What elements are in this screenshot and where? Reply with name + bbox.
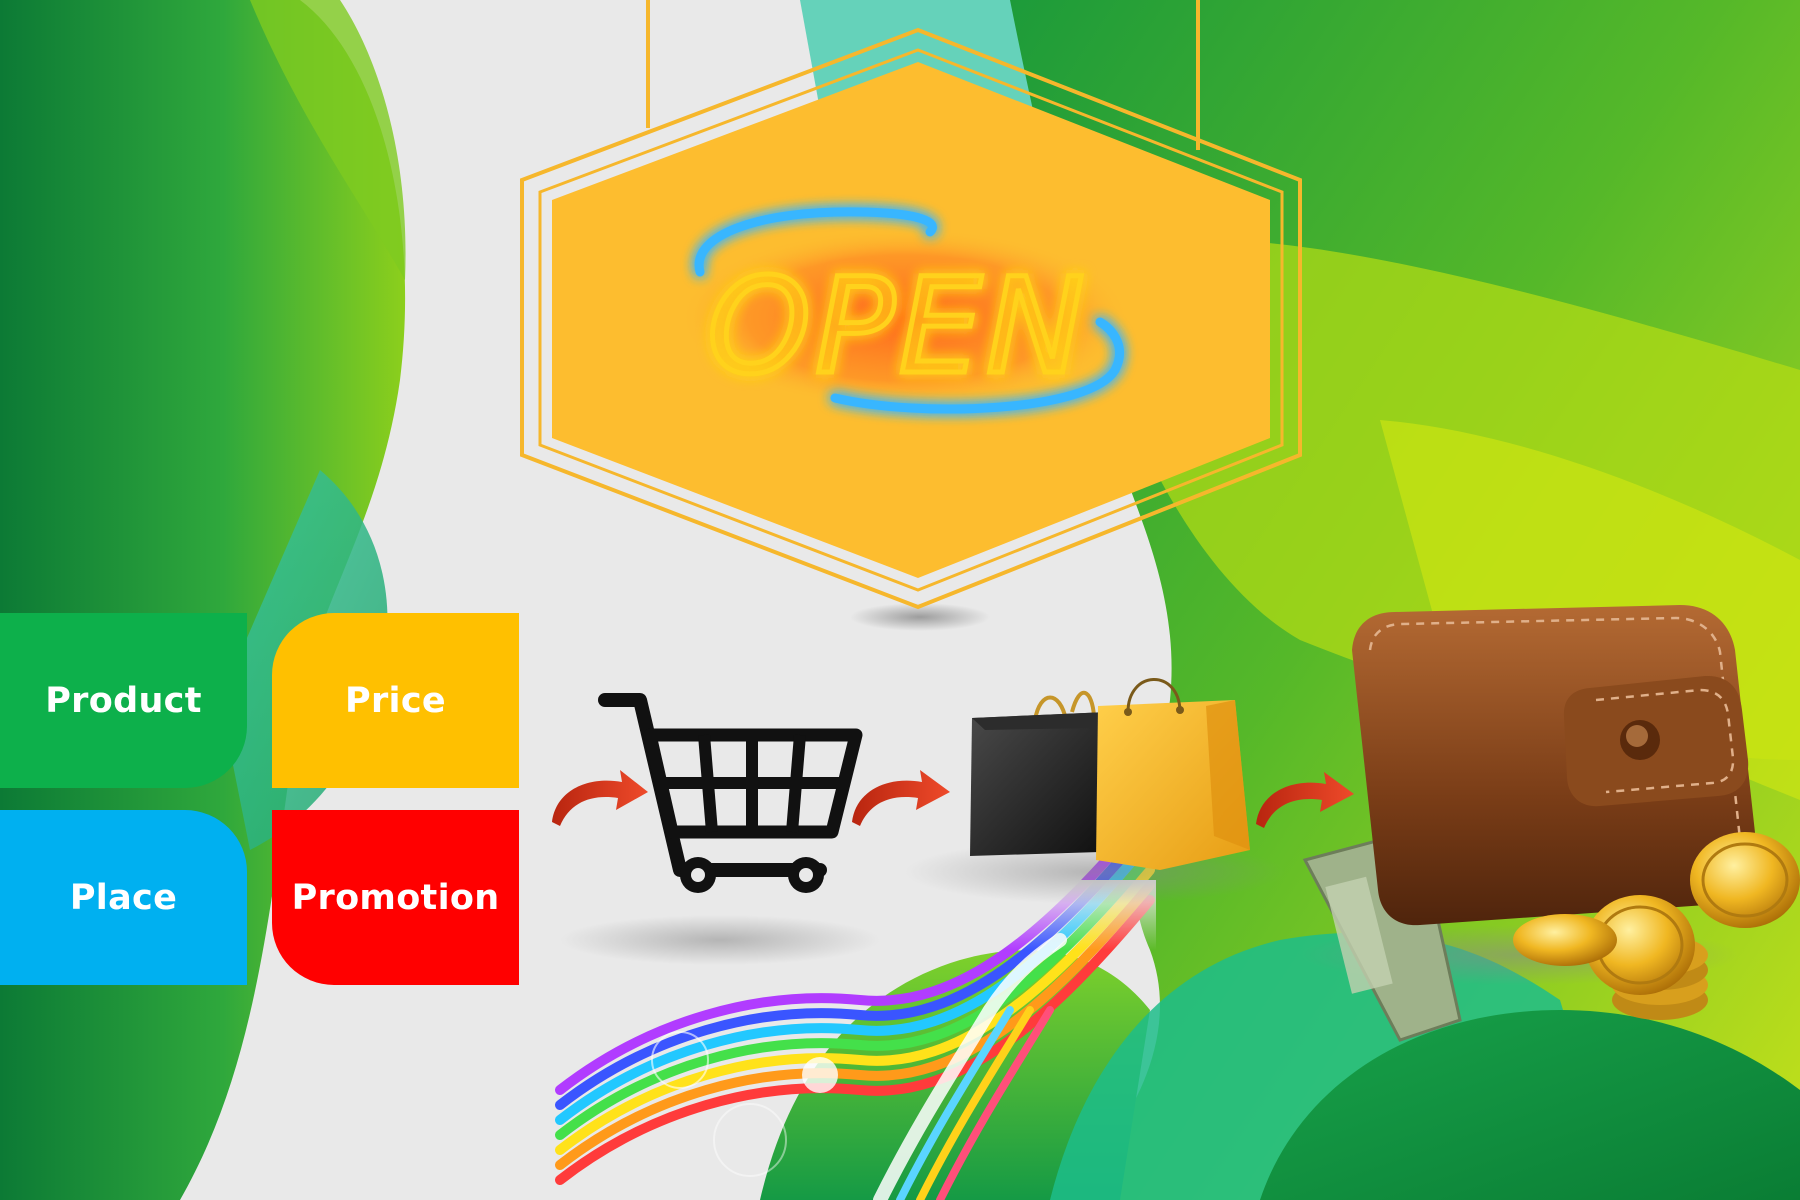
curved-arrow-icon <box>552 770 648 826</box>
wallet-icon <box>1300 605 1800 1042</box>
curved-arrow-icon <box>1256 772 1354 828</box>
curved-arrow-icon <box>852 770 950 826</box>
flow-illustration <box>552 605 1800 1042</box>
shopping-cart-icon <box>560 693 880 965</box>
slide-canvas: OPEN Product Price Place Promotion <box>0 0 1800 1200</box>
shopping-bags-icon <box>905 678 1285 904</box>
